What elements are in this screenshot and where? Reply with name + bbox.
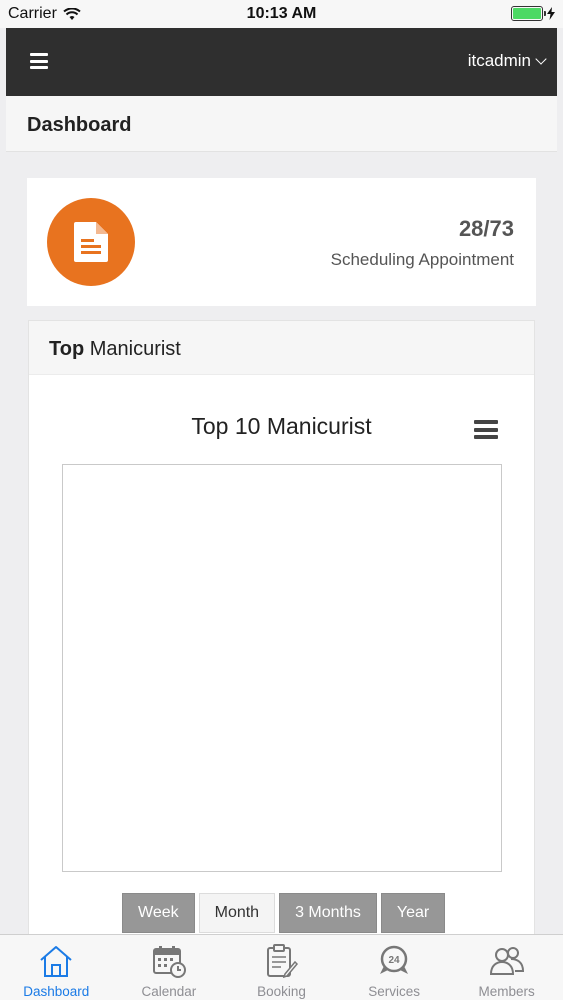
top-navbar: itcadmin xyxy=(6,28,557,96)
battery-icon xyxy=(511,6,546,21)
svg-text:24: 24 xyxy=(389,955,401,966)
calendar-icon xyxy=(152,946,186,978)
bottom-tabbar: Dashboard Calendar Booking 24 Services M… xyxy=(0,934,563,1000)
user-name: itcadmin xyxy=(467,51,531,70)
range-button-3-months[interactable]: 3 Months xyxy=(279,893,377,933)
panel-header: Top Manicurist xyxy=(29,321,534,375)
tab-label: Booking xyxy=(257,984,306,999)
tab-label: Members xyxy=(478,984,535,999)
chart-menu-icon[interactable] xyxy=(474,420,498,439)
chart-title: Top 10 Manicurist xyxy=(191,413,372,439)
clipboard-icon xyxy=(267,944,299,978)
tab-label: Dashboard xyxy=(23,984,90,999)
chart-plot-area xyxy=(62,464,502,872)
stat-card[interactable]: 28/73 Scheduling Appointment xyxy=(27,178,536,306)
document-icon xyxy=(74,222,108,262)
page-title-bar: Dashboard xyxy=(6,96,557,152)
hamburger-icon[interactable] xyxy=(30,53,48,69)
members-icon xyxy=(489,947,524,975)
tab-services[interactable]: 24 Services xyxy=(338,935,451,1000)
24-hours-icon: 24 xyxy=(380,945,409,974)
tab-dashboard[interactable]: Dashboard xyxy=(0,935,113,1000)
main-content: 28/73 Scheduling Appointment Top Manicur… xyxy=(6,152,557,960)
range-button-week[interactable]: Week xyxy=(122,893,195,933)
tab-calendar[interactable]: Calendar xyxy=(113,935,226,1000)
page-title: Dashboard xyxy=(27,114,132,136)
range-button-month[interactable]: Month xyxy=(198,893,276,933)
range-button-year[interactable]: Year xyxy=(380,893,446,933)
stat-label: Scheduling Appointment xyxy=(330,250,514,269)
chevron-down-icon xyxy=(535,53,547,65)
status-time: 10:13 AM xyxy=(246,5,317,22)
tab-booking[interactable]: Booking xyxy=(225,935,338,1000)
user-menu[interactable]: itcadmin xyxy=(467,51,547,71)
stat-icon-circle xyxy=(47,198,135,286)
panel-header-rest: Manicurist xyxy=(84,338,181,360)
charging-bolt-icon xyxy=(547,7,555,20)
tab-label: Calendar xyxy=(141,984,197,999)
status-right xyxy=(511,6,555,21)
tab-members[interactable]: Members xyxy=(450,935,563,1000)
panel-header-bold: Top xyxy=(49,338,85,360)
top-manicurist-panel: Top Manicurist Top 10 Manicurist Week Mo… xyxy=(28,320,535,960)
tab-label: Services xyxy=(368,984,420,999)
stat-value: 28/73 xyxy=(458,216,514,241)
range-buttons: Week Month 3 Months Year xyxy=(122,893,446,933)
home-icon xyxy=(40,946,72,977)
status-bar: Carrier 10:13 AM xyxy=(0,0,563,28)
